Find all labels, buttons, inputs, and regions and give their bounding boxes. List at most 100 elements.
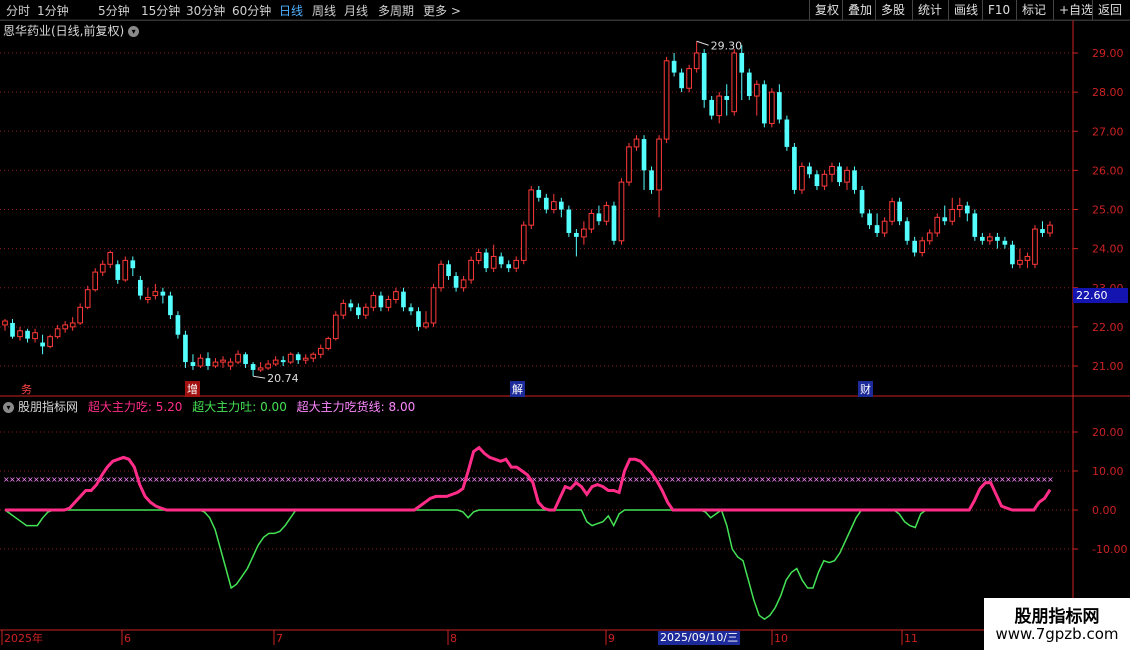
candle-body [250,364,256,370]
chart-canvas: 29.0028.0027.0026.0025.0024.0023.0022.00… [0,19,1130,645]
candle-body [446,264,451,277]
candle-body [423,322,429,328]
candle-body [235,353,241,363]
date-label: 8 [450,632,457,645]
candle-body [483,252,489,269]
candle-body [753,83,760,97]
candle-body [438,263,444,289]
candle-body [205,358,211,366]
candle-body [416,311,421,327]
event-marker-3[interactable]: 解 [510,381,525,397]
candle-body [746,72,752,97]
candle-body [618,181,625,242]
candle-body [408,307,414,312]
stock-title: 恩华药业(日线,前复权) ▾ [3,22,140,39]
candle-body [550,201,557,211]
candle-body [724,96,730,100]
candle-body [183,334,188,363]
indicator-line-spit: 超大主力吐: 0.00 [192,400,287,414]
candle-body [69,322,76,328]
candle-body [168,295,173,316]
indicator-tick-label: 10.00 [1092,465,1124,478]
candle-body [115,264,121,280]
candle-body [99,263,106,273]
candle-body [2,320,8,326]
indicator-tick-label: 20.00 [1092,426,1124,439]
candle-body [649,170,654,190]
candle-body [588,212,595,230]
candle-body [942,217,948,222]
candle-body [212,361,219,367]
candle-body [603,205,610,222]
date-label: 7 [276,632,283,645]
candle-body [1010,244,1015,265]
watermark-logo: 股朋指标网 www.7gpzb.com [984,598,1130,650]
candle-body [867,213,872,226]
candle-body [430,287,437,324]
candle-body [197,357,204,367]
candle-body [220,359,226,363]
candle-body [498,256,504,265]
candle-body [272,359,279,365]
candle-body [784,119,790,147]
candle-body [54,328,61,338]
candle-body [227,361,234,367]
candle-body [1017,259,1023,265]
candle-body [401,291,406,308]
candle-body [317,347,324,355]
indicator-line-eatline: 超大主力吃货线: 8.00 [296,400,416,414]
candle-body [566,209,572,233]
low-label: 20.74 [267,372,299,385]
price-tick-label: 21.00 [1092,360,1124,373]
candle-body [956,205,963,210]
candle-body [964,205,970,214]
candle-body [287,353,294,363]
candle-body [363,306,369,316]
candle-body [302,357,309,361]
price-tick-label: 28.00 [1092,86,1124,99]
candle-body [912,240,918,253]
candle-body [152,291,159,297]
candle-body [370,295,377,308]
cursor-date-label: 2025/09/10/三 [658,631,741,645]
price-tick-label: 27.00 [1092,125,1124,138]
candle-body [949,209,956,222]
price-tick-label: 22.00 [1092,321,1124,334]
candle-body [1002,240,1008,245]
candle-body [160,291,166,296]
candle-body [792,146,797,190]
candle-body [641,139,647,171]
high-label: 29.30 [711,39,743,52]
indicator-dropdown-icon[interactable]: ▾ [3,402,14,413]
candle-body [62,324,68,330]
candle-body [626,146,632,183]
high-pointer [696,40,709,46]
candle-body [122,259,129,281]
candle-body [897,201,902,222]
event-marker-1[interactable]: 务 [19,381,34,397]
candle-body [596,213,602,222]
candle-body [679,72,684,89]
candle-body [475,252,482,261]
candle-body [611,205,617,241]
candle-body [468,259,474,281]
indicator-tick-label: -10.00 [1092,543,1127,556]
candle-body [559,201,564,210]
candle-body [348,303,354,308]
candle-body [257,367,264,371]
candle-body [769,91,775,124]
candle-body [701,53,707,100]
candle-body [175,315,181,335]
candle-body [265,363,271,369]
candle-body [1040,229,1045,233]
event-marker-2[interactable]: 增 [185,381,200,397]
candle-body [987,236,993,242]
candle-body [837,166,842,183]
event-marker-4[interactable]: 财 [858,381,873,397]
candle-body [378,295,384,308]
candle-body [10,322,15,337]
price-tick-label: 29.00 [1092,47,1124,60]
candle-body [130,260,136,269]
dropdown-icon[interactable]: ▾ [128,26,140,37]
candle-body [453,276,459,288]
